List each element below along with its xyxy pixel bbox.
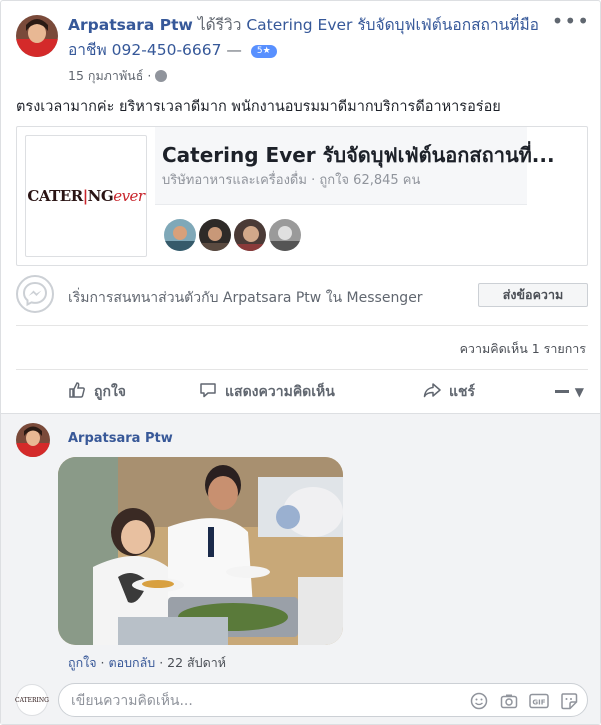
comment-bubble-icon — [199, 381, 217, 403]
messenger-prompt-text: เริ่มการสนทนาส่วนตัวกับ Arpatsara Ptw ใน… — [68, 290, 423, 306]
comment-button[interactable]: แสดงความคิดเห็น — [199, 381, 335, 403]
post-date-link[interactable]: 15 กุมภาพันธ์ · — [68, 68, 151, 83]
comment-photo[interactable] — [58, 457, 343, 645]
review-post-card: Arpatsara Ptw ได้รีวิว Catering Ever รับ… — [0, 0, 601, 725]
viewer-avatar-logo: CATERING — [15, 696, 49, 704]
share-options-dropdown[interactable]: ▼ — [554, 385, 584, 399]
globe-icon — [155, 70, 168, 82]
svg-text:GIF: GIF — [532, 699, 545, 707]
post-header: Arpatsara Ptw ได้รีวิว Catering Ever รับ… — [68, 13, 558, 63]
author-name-link[interactable]: Arpatsara Ptw — [68, 16, 193, 34]
logo-text: CATER|NGever — [27, 187, 145, 205]
separator: · — [155, 655, 168, 670]
page-logo[interactable]: CATER|NGever — [25, 135, 147, 257]
action-verb: ได้รีวิว — [192, 16, 247, 34]
send-message-button[interactable]: ส่งข้อความ — [478, 283, 588, 307]
dash: — — [221, 41, 247, 59]
composer-tools: GIF — [469, 691, 579, 711]
messenger-icon — [16, 275, 54, 313]
comment-actions: ถูกใจ · ตอบกลับ · 22 สัปดาห์ — [68, 653, 226, 673]
separator: · — [96, 655, 109, 670]
page-name-link[interactable]: Catering Ever รับจัดบุฟเฟ่ต์นอกสถานที่..… — [162, 139, 555, 171]
friend-avatar[interactable] — [162, 217, 198, 253]
camera-icon[interactable] — [499, 691, 519, 711]
commenter-name-link[interactable]: Arpatsara Ptw — [68, 431, 173, 446]
viewer-avatar[interactable]: CATERING — [15, 684, 49, 716]
friend-avatar[interactable] — [267, 217, 303, 253]
page-attachment-card[interactable]: CATER|NGever Catering Ever รับจัดบุฟเฟ่ต… — [16, 126, 588, 266]
share-button[interactable]: แชร์ — [423, 381, 475, 403]
messenger-prompt: เริ่มการสนทนาส่วนตัวกับ Arpatsara Ptw ใน… — [16, 275, 588, 317]
share-arrow-icon — [423, 381, 441, 403]
comment-input[interactable] — [71, 691, 451, 711]
emoji-icon[interactable] — [469, 691, 489, 711]
review-text: ตรงเวลามากค่ะ ยริหารเวลาดีมาก พนักงานอบร… — [16, 99, 501, 115]
more-options-icon[interactable]: ••• — [552, 11, 590, 31]
rating-badge: 5★ — [250, 45, 277, 58]
gif-icon[interactable]: GIF — [529, 691, 549, 711]
commenter-avatar[interactable] — [16, 423, 50, 457]
action-bar: ถูกใจ แสดงความคิดเห็น แชร์ ▼ — [16, 371, 588, 411]
comment-reply-link[interactable]: ตอบกลับ — [109, 655, 156, 670]
author-avatar[interactable] — [16, 15, 58, 57]
friend-avatar[interactable] — [197, 217, 233, 253]
comment-time-link[interactable]: 22 สัปดาห์ — [167, 655, 226, 670]
chevron-down-icon: ▼ — [574, 385, 584, 399]
thumbs-up-icon — [68, 381, 86, 403]
comment-count-link[interactable]: ความคิดเห็น 1 รายการ — [460, 339, 586, 359]
divider — [16, 369, 588, 370]
comment-like-link[interactable]: ถูกใจ — [68, 655, 97, 670]
comment-composer: GIF — [58, 683, 588, 717]
friend-avatars — [162, 217, 303, 253]
sticker-icon[interactable] — [559, 691, 579, 711]
like-button[interactable]: ถูกใจ — [68, 381, 126, 403]
friend-avatar[interactable] — [232, 217, 268, 253]
post-meta: 15 กุมภาพันธ์ · — [68, 66, 168, 86]
divider — [16, 325, 588, 326]
page-subtitle: บริษัทอาหารและเครื่องดื่ม · ถูกใจ 62,845… — [162, 173, 421, 188]
audience-icon — [554, 390, 569, 393]
